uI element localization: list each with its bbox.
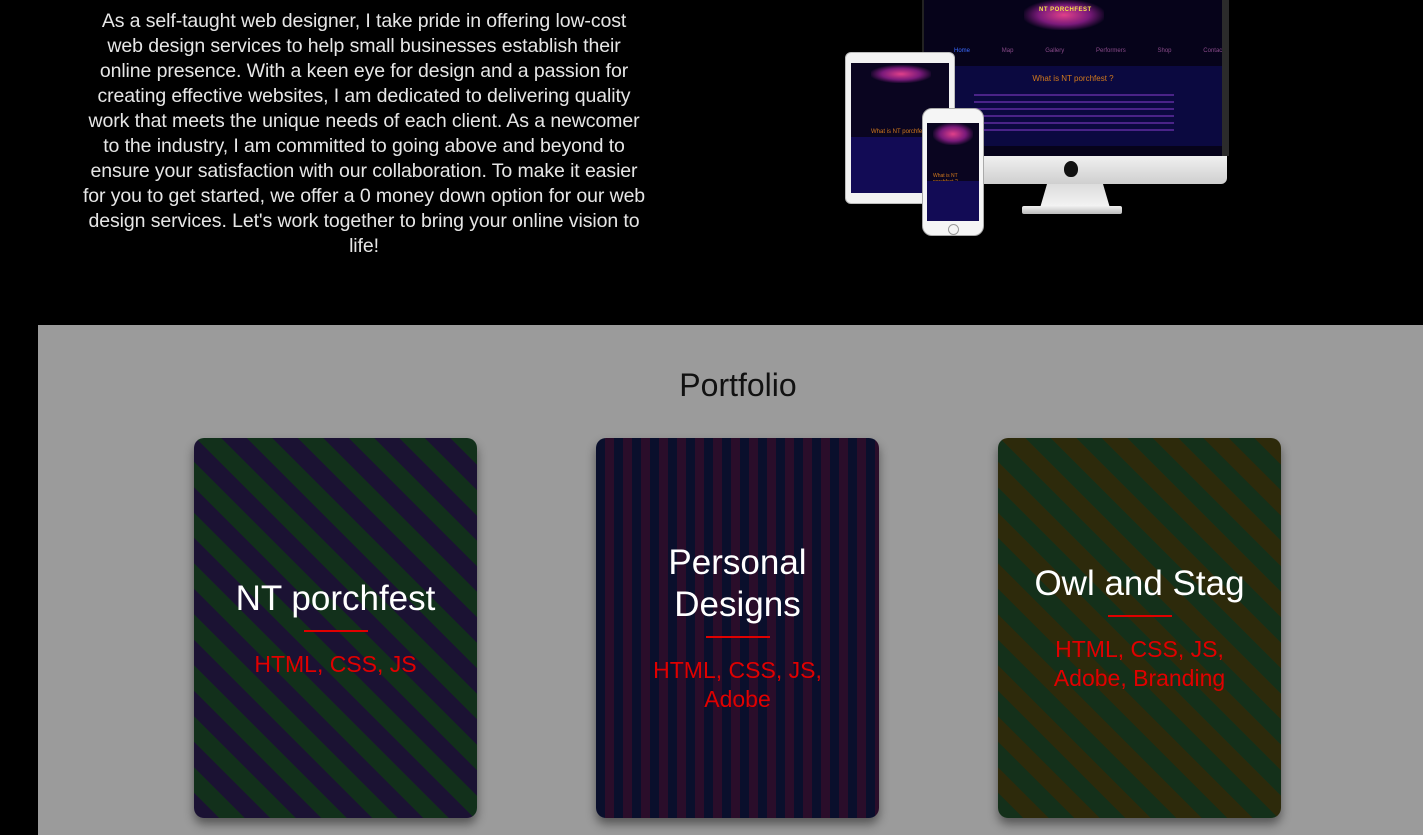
mockup-nav-item: Gallery [1045,48,1065,54]
card-tags: HTML, CSS, JS [254,650,417,677]
mockup-nav-item: Shop [1157,48,1172,54]
card-tags: HTML, CSS, JS, Adobe, Branding [1053,636,1226,691]
mockup-nav-item: Home [954,48,971,54]
mockup-content-band [927,181,979,221]
page: As a self-taught web designer, I take pr… [0,0,1423,835]
banner-graphic [933,123,973,145]
home-button-icon [948,224,959,235]
mockup-logo: NT PORCHFEST [1039,7,1092,13]
card-divider [705,636,770,638]
card-title: NT porchfest [235,578,436,618]
banner-graphic [871,65,931,83]
card-divider [303,629,368,632]
portfolio-card-owl-and-stag[interactable]: Owl and Stag HTML, CSS, JS, Adobe, Brand… [998,438,1281,818]
iphone-device: What is NT porchfest ? [922,108,984,236]
card-title: Personal Designs [668,543,807,624]
card-title: Owl and Stag [1034,564,1245,603]
imac-foot [1022,206,1122,214]
card-divider [1107,615,1172,617]
mockup-nav: Home Map Gallery Performers Shop Contact [954,48,1224,54]
portfolio-card-personal-designs[interactable]: Personal Designs HTML, CSS, JS, Adobe [596,438,879,818]
card-tags: HTML, CSS, JS, Adobe [653,657,822,712]
about-section: As a self-taught web designer, I take pr… [0,0,1423,325]
mockup-nav-item: Map [1001,48,1014,54]
device-mockup-image: NT PORCHFEST Home Map Gallery Performers… [840,0,1230,245]
about-paragraph: As a self-taught web designer, I take pr… [82,10,646,257]
portfolio-section: Portfolio NT porchfest HTML, CSS, JS Per… [38,325,1423,835]
mockup-nav-item: Contact [1203,48,1224,54]
apple-icon [1064,161,1078,177]
mockup-nav-item: Performers [1096,48,1126,54]
mockup-text-lines [974,94,1174,136]
portfolio-title: Portfolio [679,367,797,403]
banner-graphic [1024,0,1104,30]
portfolio-card-nt-porchfest[interactable]: NT porchfest HTML, CSS, JS [194,438,477,818]
iphone-screen: What is NT porchfest ? [927,123,979,221]
imac-stand [1040,184,1110,208]
mockup-heading: What is NT porchfest ? [1032,74,1114,83]
